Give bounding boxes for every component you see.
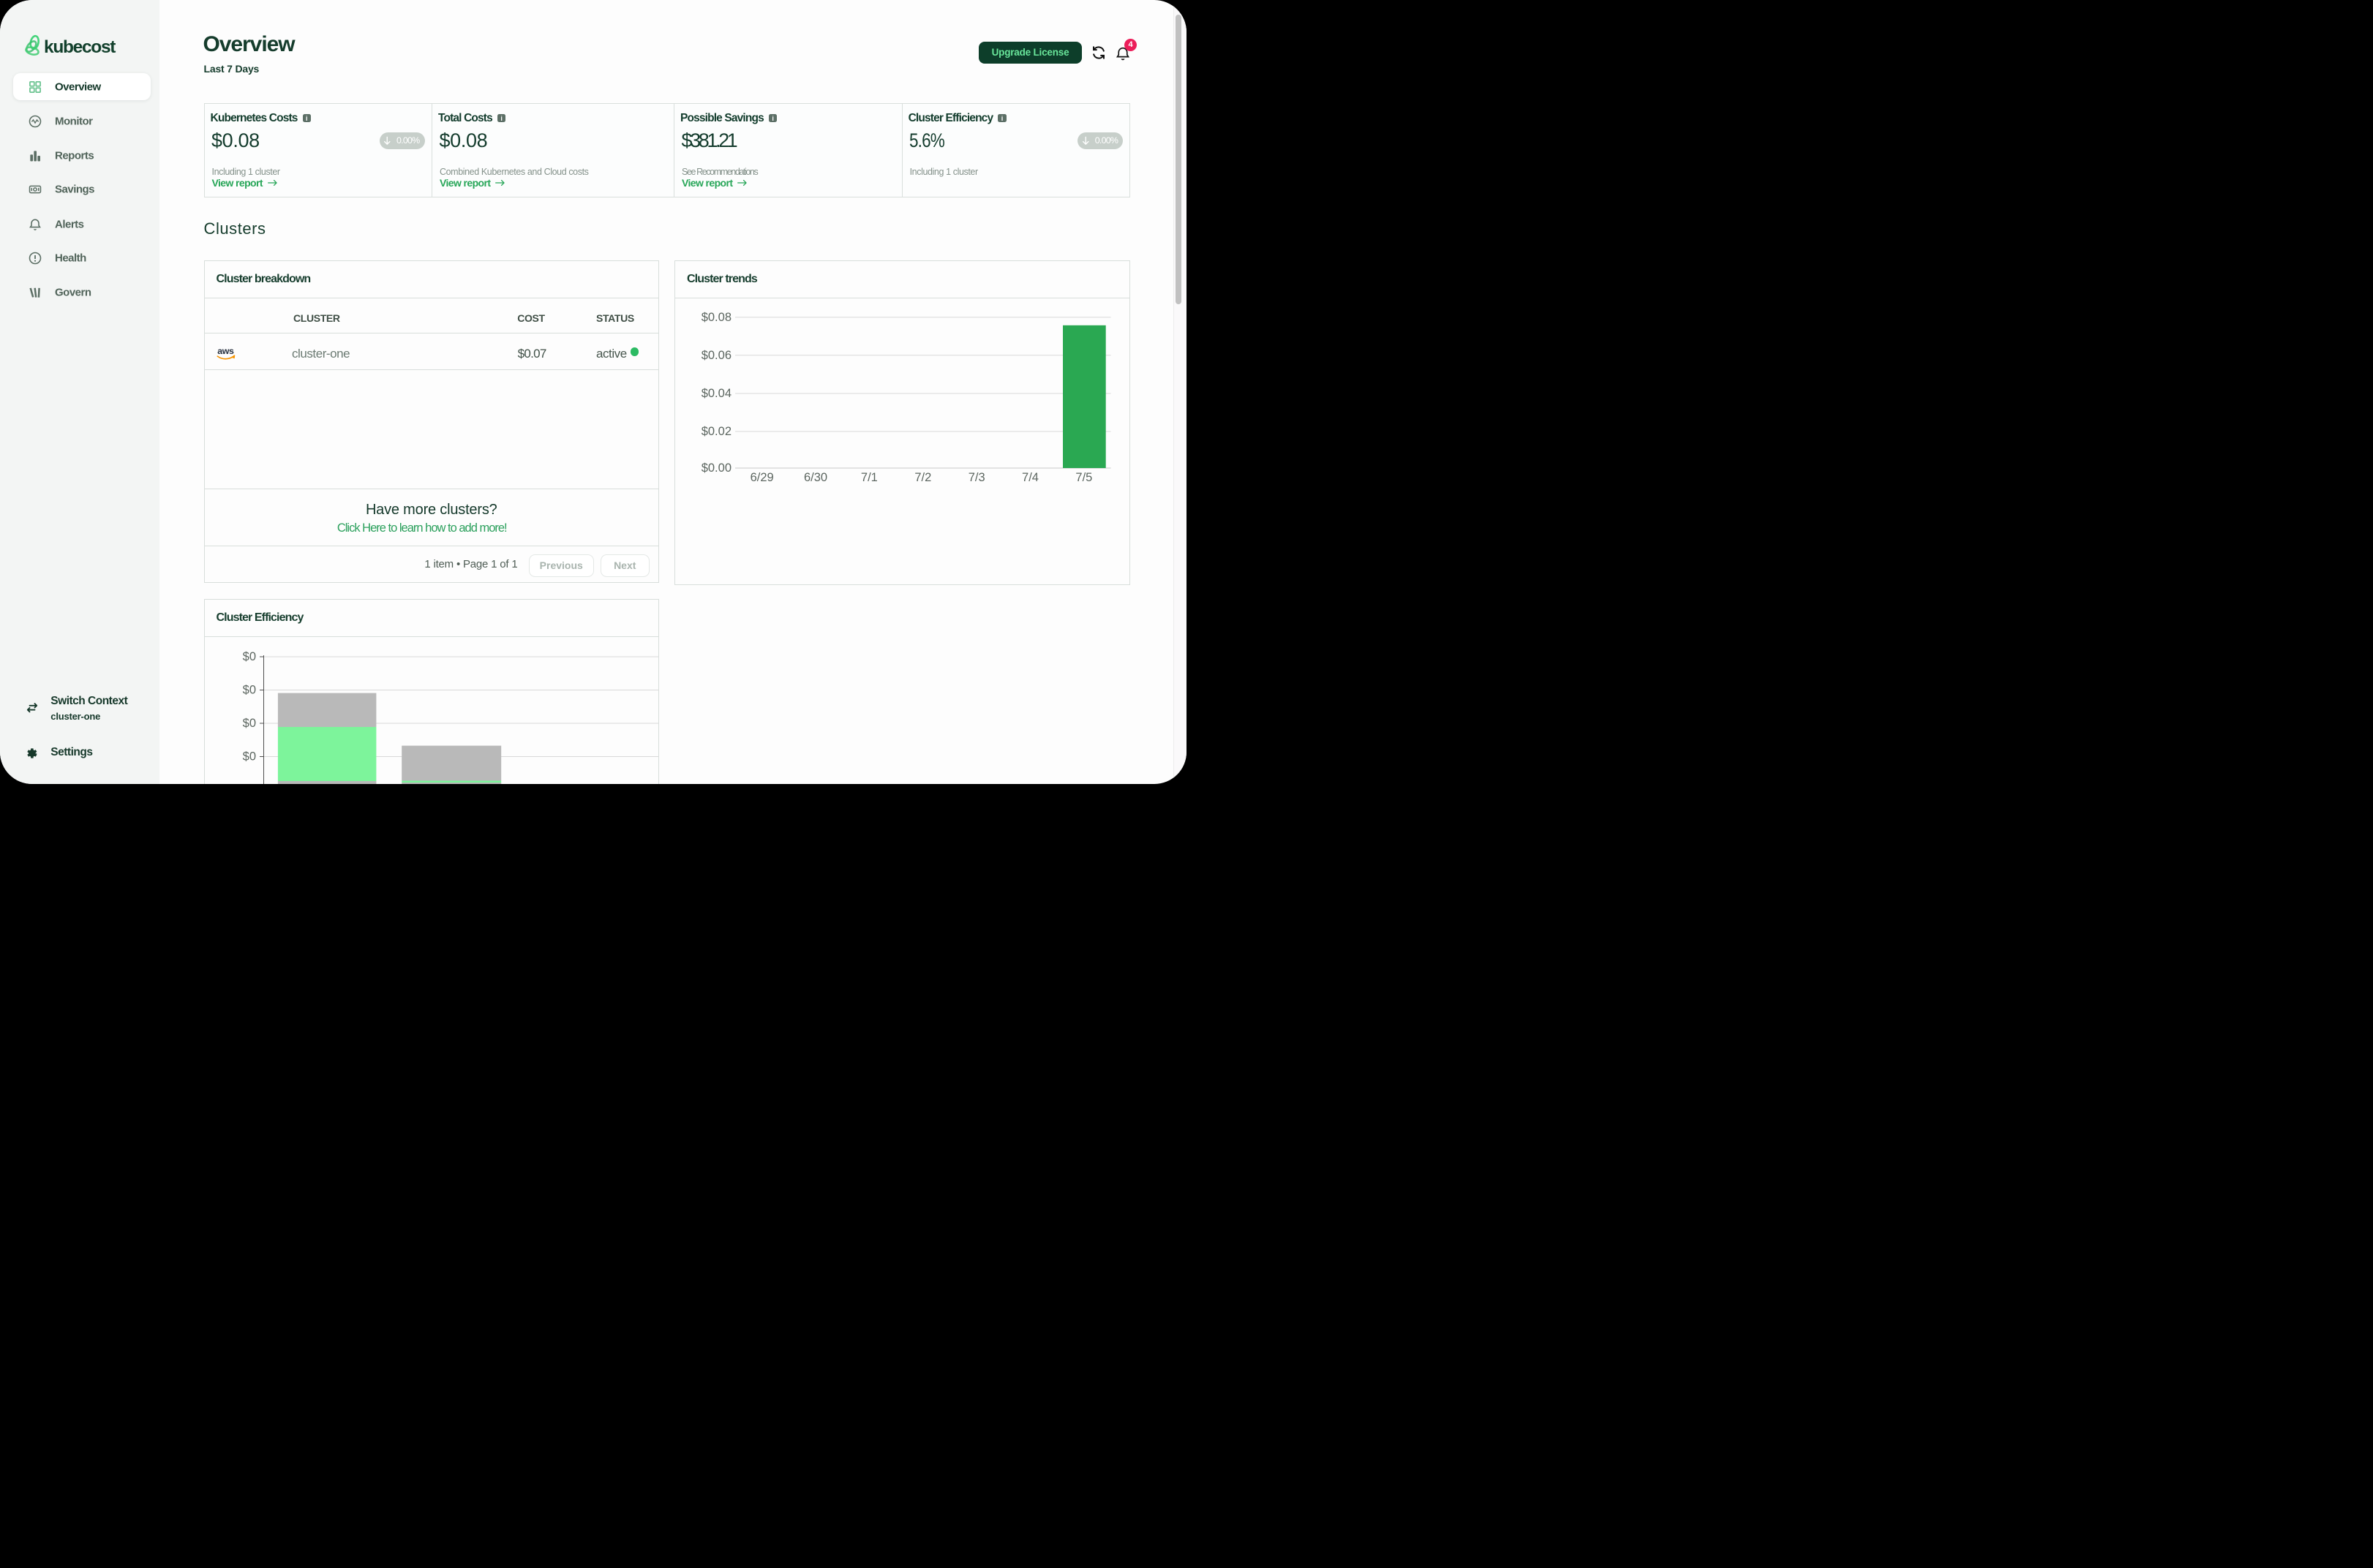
svg-text:7/2: 7/2 [914, 471, 931, 484]
svg-text:$0.04: $0.04 [702, 387, 732, 400]
svg-text:7/5: 7/5 [1075, 471, 1092, 484]
svg-text:7/1: 7/1 [861, 471, 878, 484]
svg-text:$0.08: $0.08 [702, 311, 732, 324]
svg-text:6/30: 6/30 [804, 471, 827, 484]
svg-text:7/3: 7/3 [969, 471, 985, 484]
svg-text:$0: $0 [242, 650, 255, 663]
svg-text:$0: $0 [242, 684, 255, 697]
svg-text:7/4: 7/4 [1022, 471, 1039, 484]
svg-text:$0: $0 [242, 750, 255, 764]
svg-text:$0: $0 [242, 717, 255, 730]
svg-text:$0.00: $0.00 [702, 461, 732, 475]
svg-text:$0.06: $0.06 [702, 349, 732, 362]
svg-text:aws: aws [217, 345, 234, 355]
svg-text:6/29: 6/29 [751, 471, 774, 484]
svg-text:$0.02: $0.02 [702, 425, 732, 438]
